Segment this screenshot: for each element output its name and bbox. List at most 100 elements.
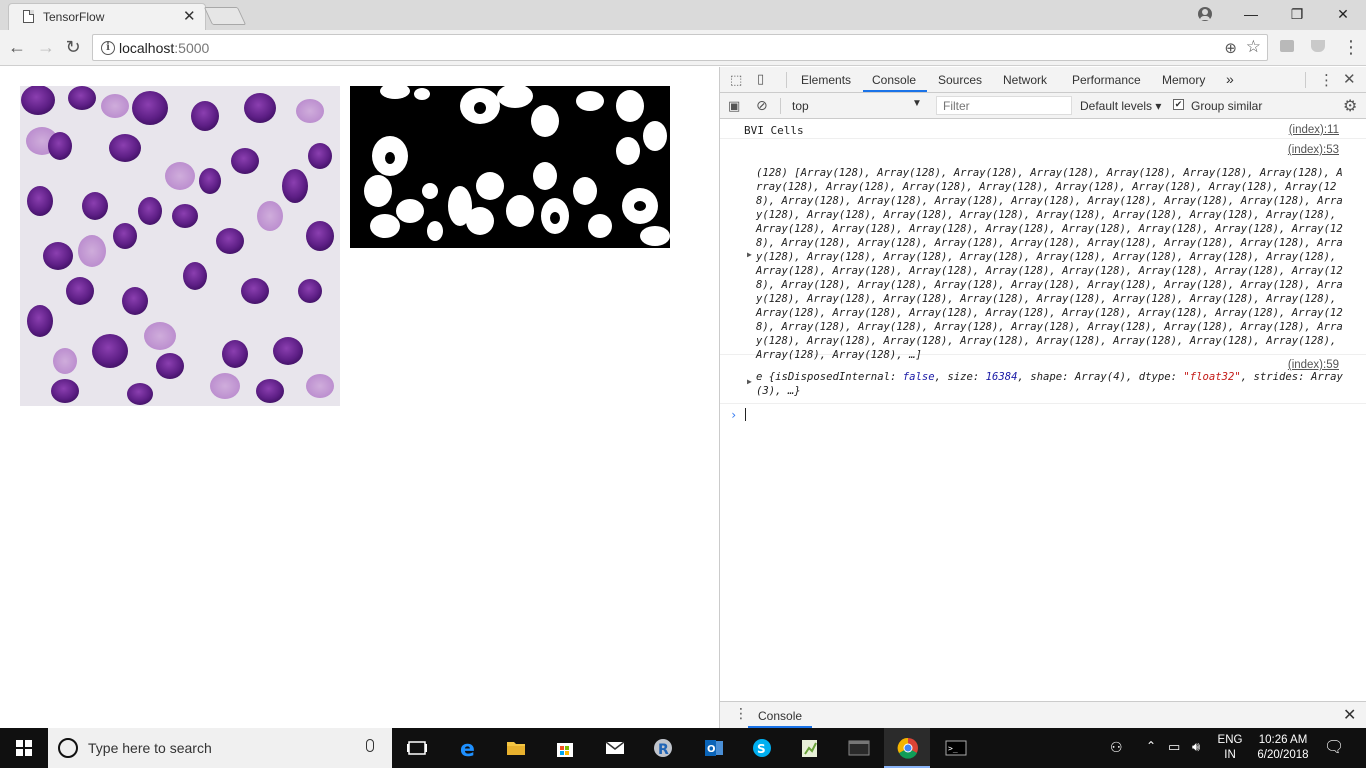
tab-title: TensorFlow xyxy=(43,10,105,24)
store-icon[interactable] xyxy=(541,728,587,768)
volume-icon[interactable]: 🔊︎ xyxy=(1192,739,1200,755)
svg-text:>_: >_ xyxy=(948,744,958,753)
title-bar: TensorFlow ✕ — ❐ ✕ xyxy=(0,0,1366,30)
cells-image xyxy=(20,86,340,406)
back-arrow-icon[interactable]: ← xyxy=(6,36,28,58)
network-icon[interactable]: ▭ xyxy=(1168,739,1180,755)
active-tab-indicator xyxy=(863,90,927,92)
tab-elements[interactable]: Elements xyxy=(801,73,851,87)
mail-icon[interactable] xyxy=(591,728,637,768)
property-value: 16384 xyxy=(985,371,1018,383)
clock-time: 10:26 AM xyxy=(1258,734,1308,746)
windows-logo-icon xyxy=(16,740,32,756)
console-output: BVI Cells (index):11 (index):53 ▶ (128) … xyxy=(720,119,1366,701)
tray-overflow-icon[interactable]: ⌃ xyxy=(1146,739,1156,753)
language-code: ENG xyxy=(1217,734,1243,746)
console-prompt-icon: › xyxy=(730,408,738,422)
console-settings-gear-icon[interactable]: ⚙ xyxy=(1343,96,1357,116)
microphone-icon[interactable] xyxy=(366,739,374,752)
sidebar-toggle-icon[interactable]: ▣ xyxy=(728,98,740,114)
tab-sources[interactable]: Sources xyxy=(938,73,982,87)
filter-input[interactable] xyxy=(936,96,1072,115)
url-host: localhost xyxy=(119,40,175,56)
console-message-tensor: (index):59 ▶ e {isDisposedInternal: fals… xyxy=(720,356,1366,404)
new-tab-button[interactable] xyxy=(203,7,247,25)
chrome-icon[interactable] xyxy=(884,728,930,768)
info-icon[interactable]: i xyxy=(101,41,115,55)
browser-tab[interactable]: TensorFlow ✕ xyxy=(8,3,206,30)
close-devtools-icon[interactable]: ✕ xyxy=(1343,70,1356,88)
source-link[interactable]: (index):53 xyxy=(1288,144,1339,156)
svg-text:O: O xyxy=(707,744,716,755)
more-tabs-icon[interactable]: » xyxy=(1226,71,1234,87)
svg-text:S: S xyxy=(757,742,766,756)
skype-icon[interactable]: S xyxy=(738,728,784,768)
property-value: "float32" xyxy=(1183,371,1241,383)
property-value: Array(4) xyxy=(1074,371,1126,383)
cortana-icon xyxy=(58,738,78,758)
inspect-element-icon[interactable]: ⬚ xyxy=(730,72,742,88)
file-explorer-icon[interactable] xyxy=(492,728,538,768)
svg-text:e: e xyxy=(460,737,475,759)
terminal-icon[interactable] xyxy=(835,728,881,768)
drawer-tab-console[interactable]: Console xyxy=(758,709,802,723)
devtools-tab-bar: ⬚ ▯ Elements Console Sources Network Per… xyxy=(720,67,1366,93)
tensor-object-preview[interactable]: e {isDisposedInternal: false, size: 1638… xyxy=(756,370,1346,398)
tab-close-icon[interactable]: ✕ xyxy=(183,7,196,25)
start-button[interactable] xyxy=(0,728,48,768)
minimize-button[interactable]: — xyxy=(1237,4,1265,24)
clear-console-icon[interactable]: ⊘ xyxy=(756,97,768,114)
devtools-menu-icon[interactable]: ⋮ xyxy=(1319,71,1334,89)
taskbar-search[interactable]: Type here to search xyxy=(48,728,392,768)
task-view-button[interactable] xyxy=(393,728,439,768)
drawer-menu-icon[interactable]: ⋮ xyxy=(734,706,748,720)
log-text: BVI Cells xyxy=(744,124,804,137)
expand-triangle-icon[interactable]: ▶ xyxy=(747,250,752,259)
people-icon[interactable]: ⚇ xyxy=(1110,739,1123,756)
command-prompt-icon[interactable]: >_ xyxy=(932,728,978,768)
tab-network[interactable]: Network xyxy=(1003,73,1047,87)
address-bar[interactable]: i localhost:5000 ⊕ ☆ xyxy=(92,34,1268,61)
console-filter-bar: ▣ ⊘ top ▼ Default levels ▾ ✔ Group simil… xyxy=(720,93,1366,119)
tab-console[interactable]: Console xyxy=(872,73,916,87)
language-indicator[interactable]: ENG IN xyxy=(1214,733,1246,763)
close-window-button[interactable]: ✕ xyxy=(1329,4,1357,24)
edge-icon[interactable]: e xyxy=(445,728,491,768)
extension-icon[interactable] xyxy=(1280,40,1294,52)
r-language-icon[interactable]: R xyxy=(639,728,685,768)
outlook-icon[interactable]: O xyxy=(690,728,736,768)
device-toolbar-icon[interactable]: ▯ xyxy=(757,71,764,87)
windows-taskbar: Type here to search e R O S >_ ⚇ ⌃ ▭ 🔊︎ … xyxy=(0,728,1366,768)
group-similar-checkbox[interactable]: ✔ xyxy=(1173,99,1184,110)
log-levels-dropdown[interactable]: Default levels ▾ xyxy=(1080,99,1161,113)
zoom-icon[interactable]: ⊕ xyxy=(1224,39,1237,57)
maximize-button[interactable]: ❐ xyxy=(1283,4,1311,24)
svg-text:R: R xyxy=(658,742,669,758)
context-caret-icon[interactable]: ▼ xyxy=(912,98,922,109)
search-placeholder: Type here to search xyxy=(88,740,212,756)
profile-icon[interactable] xyxy=(1198,7,1212,21)
array-preview[interactable]: (128) [Array(128), Array(128), Array(128… xyxy=(756,166,1344,362)
source-link[interactable]: (index):11 xyxy=(1289,124,1339,136)
page-icon xyxy=(23,10,34,23)
reload-icon[interactable]: ↻ xyxy=(62,36,84,58)
url-port: :5000 xyxy=(174,40,210,56)
language-region: IN xyxy=(1224,749,1236,761)
console-message-array: (index):53 ▶ (128) [Array(128), Array(12… xyxy=(720,139,1366,361)
notepad-plus-icon[interactable] xyxy=(786,728,832,768)
close-drawer-icon[interactable]: ✕ xyxy=(1343,705,1356,725)
expand-triangle-icon[interactable]: ▶ xyxy=(747,377,752,386)
notifications-icon[interactable]: 🗨︎ xyxy=(1324,737,1344,757)
shield-extension-icon[interactable] xyxy=(1311,40,1325,52)
bookmark-star-icon[interactable]: ☆ xyxy=(1246,37,1261,57)
devtools-panel: ⬚ ▯ Elements Console Sources Network Per… xyxy=(719,67,1366,728)
console-input[interactable] xyxy=(745,408,746,421)
page-content xyxy=(0,67,719,728)
menu-kebab-icon[interactable]: ⋮ xyxy=(1342,38,1360,56)
context-selector[interactable]: top xyxy=(792,99,809,113)
clock[interactable]: 10:26 AM 6/20/2018 xyxy=(1250,733,1316,763)
forward-arrow-icon[interactable]: → xyxy=(35,36,57,58)
property-value: Array(3) xyxy=(756,371,1343,397)
tab-memory[interactable]: Memory xyxy=(1162,73,1205,87)
tab-performance[interactable]: Performance xyxy=(1072,73,1141,87)
